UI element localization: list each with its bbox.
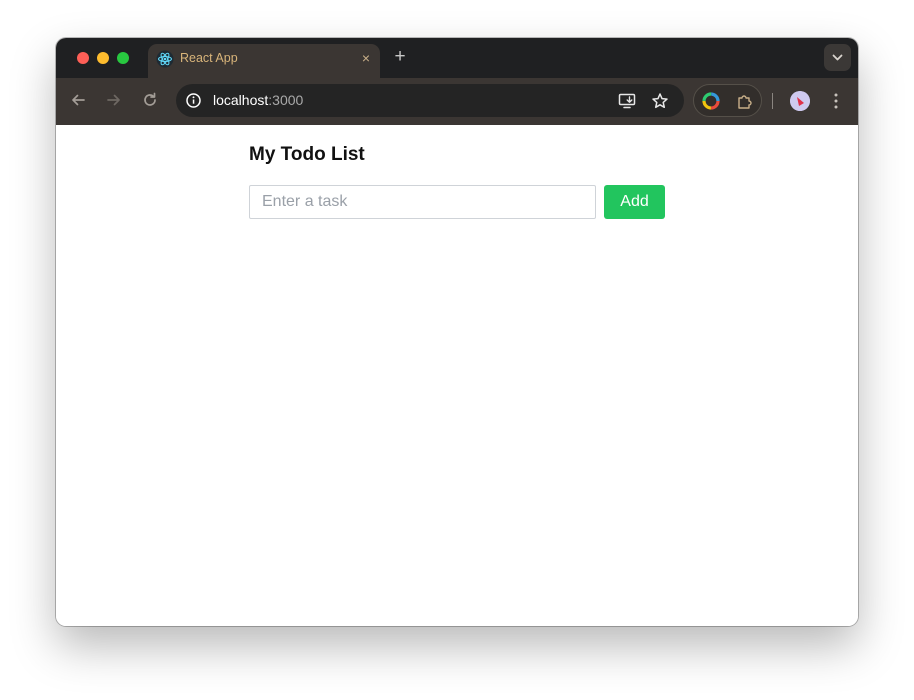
forward-arrow-icon[interactable] — [104, 90, 124, 110]
info-icon[interactable] — [185, 92, 202, 109]
tab-search-button[interactable] — [824, 44, 851, 71]
star-icon[interactable] — [651, 92, 669, 110]
close-window-button[interactable] — [77, 52, 89, 64]
kebab-menu-icon[interactable] — [827, 91, 845, 111]
browser-toolbar: localhost:3000 — [56, 78, 858, 125]
chevron-down-icon — [832, 54, 843, 61]
avatar[interactable] — [790, 91, 810, 111]
page-content: My Todo List Add — [56, 125, 858, 626]
tab-close-icon[interactable]: × — [362, 50, 370, 66]
tab-title: React App — [180, 51, 238, 65]
add-button[interactable]: Add — [604, 185, 665, 219]
install-app-icon[interactable] — [618, 92, 636, 110]
toolbar-divider — [772, 93, 773, 109]
browser-tab[interactable]: React App × — [148, 44, 380, 78]
back-arrow-icon[interactable] — [68, 90, 88, 110]
browser-titlebar: React App × + — [56, 38, 858, 78]
address-bar[interactable]: localhost:3000 — [176, 84, 684, 117]
browser-window: React App × + localhost:3000 My Todo Lis… — [56, 38, 858, 626]
minimize-window-button[interactable] — [97, 52, 109, 64]
task-input[interactable] — [249, 185, 596, 219]
url-text: localhost:3000 — [213, 92, 303, 108]
maximize-window-button[interactable] — [117, 52, 129, 64]
page-title: My Todo List — [249, 144, 365, 165]
react-logo-icon — [156, 50, 174, 68]
url-host: localhost — [213, 92, 269, 108]
url-port: :3000 — [268, 92, 304, 108]
reload-icon[interactable] — [140, 90, 160, 110]
extensions-group — [693, 84, 762, 117]
new-tab-button[interactable]: + — [390, 47, 410, 67]
color-wheel-icon[interactable] — [702, 92, 720, 110]
puzzle-icon[interactable] — [736, 92, 754, 110]
